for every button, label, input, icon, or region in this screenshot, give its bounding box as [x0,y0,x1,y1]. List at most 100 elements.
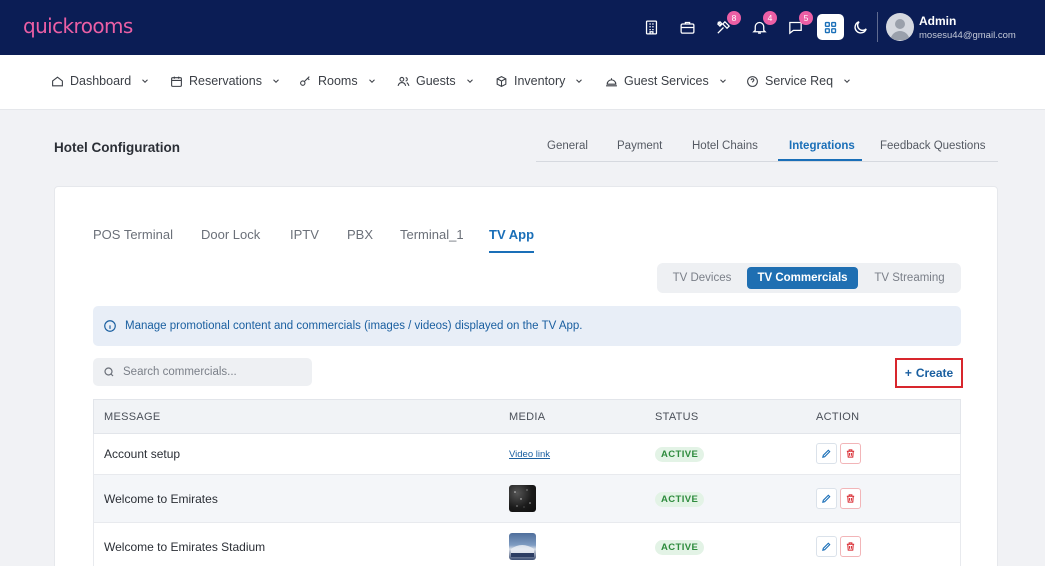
main-nav: Dashboard Reservations Rooms Guests Inve… [0,55,1045,110]
edit-button[interactable] [816,443,837,464]
user-email: mosesu44@gmail.com [919,30,1016,41]
avatar[interactable] [886,13,914,41]
chat-icon[interactable]: 5 [784,11,813,38]
video-link[interactable]: Video link [509,449,550,460]
chevron-down-icon [142,79,149,83]
pencil-icon [822,542,831,551]
table-row[interactable]: Welcome to Emirates Stadium ACTIVE [93,523,961,566]
help-circle-icon [747,75,758,87]
row-message: Welcome to Emirates [104,492,218,506]
nav-label: Reservations [189,74,262,88]
tab-hotel-chains[interactable]: Hotel Chains [692,140,758,152]
delete-button[interactable] [840,488,861,509]
tab-iptv[interactable]: IPTV [290,227,319,242]
bell-service-icon [606,77,617,86]
nav-label: Dashboard [70,74,132,88]
tab-pos-terminal[interactable]: POS Terminal [93,227,173,242]
column-header-media[interactable]: MEDIA [509,411,545,423]
building-icon[interactable] [640,16,662,38]
messages-badge: 5 [799,11,813,25]
users-icon [397,76,410,86]
search-input[interactable] [123,366,303,378]
bell-icon[interactable]: 4 [748,11,777,38]
create-label: Create [915,366,954,380]
status-badge: ACTIVE [655,540,705,555]
trash-icon [846,542,855,551]
nav-label: Service Req [765,74,834,88]
nav-service-req[interactable]: Service Req [746,74,852,88]
nav-inventory[interactable]: Inventory [495,74,584,88]
briefcase-icon[interactable] [676,16,698,38]
edit-button[interactable] [816,488,837,509]
row-message: Welcome to Emirates Stadium [104,540,266,554]
tab-pbx[interactable]: PBX [347,227,373,242]
pencil-icon [822,449,831,458]
plus-icon: + [904,366,912,380]
tab-terminal-1[interactable]: Terminal_1 [400,227,464,242]
nav-reservations[interactable]: Reservations [170,74,281,88]
tv-app-segment-control: TV Devices TV Commercials TV Streaming [657,263,961,293]
app-logo[interactable]: quickrooms [23,14,133,38]
info-banner: Manage promotional content and commercia… [93,306,961,346]
chevron-down-icon [368,79,375,83]
column-header-status[interactable]: STATUS [655,411,699,423]
trash-icon [846,494,855,503]
column-header-message[interactable]: MESSAGE [104,411,161,423]
search-icon [104,367,114,377]
apps-grid-button[interactable] [817,14,844,40]
column-header-action: ACTION [816,411,860,423]
delete-button[interactable] [840,443,861,464]
trash-icon [846,449,855,458]
status-badge: ACTIVE [655,447,705,462]
segment-tv-devices[interactable]: TV Devices [661,267,743,289]
delete-button[interactable] [840,536,861,557]
header-divider [877,12,878,42]
page-title: Hotel Configuration [54,140,180,155]
row-message: Account setup [104,447,181,461]
chevron-down-icon [273,79,279,83]
create-button[interactable]: + Create [895,358,963,388]
tools-icon[interactable]: 8 [712,11,741,38]
segment-tv-streaming[interactable]: TV Streaming [862,267,957,289]
segment-tv-commercials[interactable]: TV Commercials [747,267,858,289]
chevron-down-icon [719,79,726,83]
tab-integrations[interactable]: Integrations [789,140,855,152]
nav-label: Rooms [318,74,358,88]
chevron-down-icon [844,79,850,83]
key-icon [300,75,310,86]
table-header: MESSAGE MEDIA STATUS ACTION [93,399,961,434]
tab-payment[interactable]: Payment [617,140,662,152]
tab-general[interactable]: General [547,140,588,152]
tools-badge: 8 [727,11,741,25]
grid-icon [824,21,837,33]
tab-tv-app[interactable]: TV App [489,227,534,242]
nav-label: Guests [416,74,456,88]
nav-label: Guest Services [624,74,709,88]
chevron-down-icon [466,79,473,83]
notifications-badge: 4 [763,11,777,25]
moon-icon[interactable] [849,16,871,38]
nav-dashboard[interactable]: Dashboard [51,74,150,88]
media-thumbnail[interactable] [509,533,536,560]
table-row[interactable]: Account setup Video link ACTIVE [93,434,961,475]
status-badge: ACTIVE [655,492,705,507]
active-subtab-indicator [489,251,534,253]
nav-guests[interactable]: Guests [397,74,475,88]
media-thumbnail[interactable] [509,485,536,512]
calendar-icon [171,76,182,87]
box-icon [496,75,507,87]
top-bar: quickrooms 8 4 5 Admin mosesu44@gmail.co… [0,0,1045,55]
nav-rooms[interactable]: Rooms [299,74,377,88]
nav-guest-services[interactable]: Guest Services [605,74,728,88]
nav-label: Inventory [514,74,566,88]
search-box [93,358,312,386]
info-icon [104,320,116,332]
tab-feedback-questions[interactable]: Feedback Questions [880,140,985,152]
home-icon [52,75,63,86]
edit-button[interactable] [816,536,837,557]
config-tabs: General Payment Hotel Chains Integration… [536,132,998,162]
tab-door-lock[interactable]: Door Lock [201,227,260,242]
table-row[interactable]: Welcome to Emirates ACTIVE [93,475,961,523]
pencil-icon [822,494,831,503]
active-tab-indicator [778,159,862,161]
